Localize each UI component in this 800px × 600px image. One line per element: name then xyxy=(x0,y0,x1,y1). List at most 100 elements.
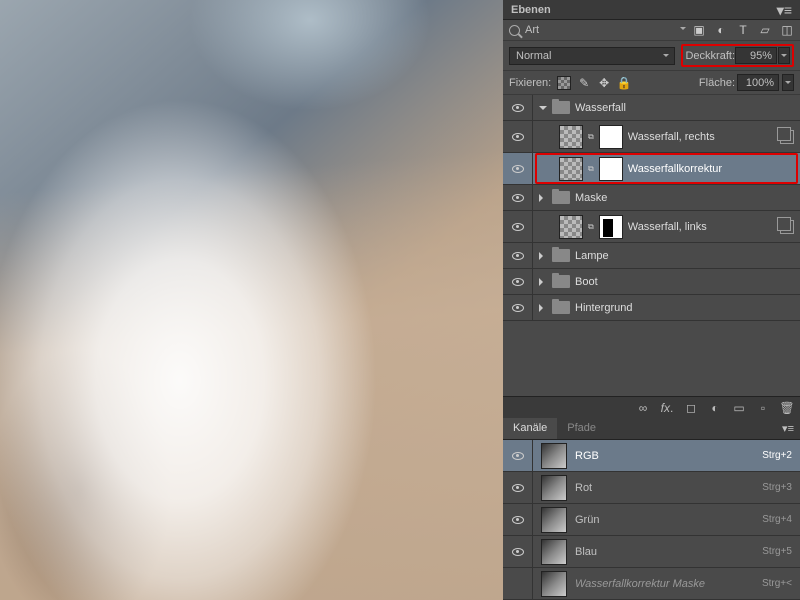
channel-row[interactable]: RotStrg+3 xyxy=(503,472,800,504)
filter-shape-icon[interactable]: ▱ xyxy=(758,23,772,37)
layer-name[interactable]: Lampe xyxy=(575,250,794,262)
lock-fill-row: Fixieren: ✎ ✥ 🔒 Fläche: 100% xyxy=(503,71,800,95)
layer-row[interactable]: Hintergrund xyxy=(503,295,800,321)
chain-icon[interactable]: ⧉ xyxy=(588,164,594,174)
lock-label: Fixieren: xyxy=(509,77,551,89)
visibility-toggle[interactable] xyxy=(503,472,533,503)
filter-adjust-icon[interactable]: ◐ xyxy=(714,23,728,37)
channel-row[interactable]: GrünStrg+4 xyxy=(503,504,800,536)
channel-shortcut: Strg+3 xyxy=(762,482,800,493)
lock-brush-icon[interactable]: ✎ xyxy=(577,76,591,90)
new-layer-icon[interactable]: ▫ xyxy=(756,401,770,415)
layer-name[interactable]: Wasserfallkorrektur xyxy=(628,163,794,175)
opacity-input[interactable]: 95% xyxy=(735,47,777,64)
layer-name[interactable]: Hintergrund xyxy=(575,302,794,314)
chain-icon[interactable]: ⧉ xyxy=(588,222,594,232)
tab-channels[interactable]: Kanäle xyxy=(503,418,557,439)
layer-filter-kind[interactable]: Art xyxy=(509,24,686,36)
lock-all-icon[interactable]: 🔒 xyxy=(617,76,631,90)
disclosure-triangle[interactable] xyxy=(539,304,547,312)
visibility-toggle[interactable] xyxy=(503,269,533,294)
mask-thumbnail[interactable] xyxy=(599,215,623,239)
eye-icon xyxy=(512,194,524,202)
filter-type-icon[interactable]: T xyxy=(736,23,750,37)
lock-move-icon[interactable]: ✥ xyxy=(597,76,611,90)
eye-icon xyxy=(512,548,524,556)
channel-row[interactable]: RGBStrg+2 xyxy=(503,440,800,472)
channel-shortcut: Strg+4 xyxy=(762,514,800,525)
add-mask-icon[interactable]: ◻ xyxy=(684,401,698,415)
layer-row[interactable]: Maske xyxy=(503,185,800,211)
search-icon xyxy=(509,25,520,36)
layer-row[interactable]: Wasserfall xyxy=(503,95,800,121)
layer-row[interactable]: ⧉ Wasserfall, rechts xyxy=(503,121,800,153)
fill-stepper[interactable] xyxy=(782,74,794,91)
visibility-toggle[interactable] xyxy=(503,568,533,599)
layer-name[interactable]: Wasserfall, links xyxy=(628,221,775,233)
chain-icon[interactable]: ⧉ xyxy=(588,132,594,142)
group-icon[interactable]: ▭ xyxy=(732,401,746,415)
mask-thumbnail[interactable] xyxy=(599,125,623,149)
panel-menu-icon[interactable]: ▾≡ xyxy=(777,5,792,15)
opacity-highlight: Deckkraft: 95% xyxy=(681,44,794,67)
channel-thumbnail xyxy=(541,443,567,469)
channel-row[interactable]: Wasserfallkorrektur MaskeStrg+< xyxy=(503,568,800,600)
eye-icon xyxy=(512,452,524,460)
visibility-toggle[interactable] xyxy=(503,295,533,320)
layer-row[interactable]: ⧉ Wasserfall, links xyxy=(503,211,800,243)
visibility-toggle[interactable] xyxy=(503,95,533,120)
layer-row[interactable]: ⧉ Wasserfallkorrektur xyxy=(503,153,800,185)
visibility-toggle[interactable] xyxy=(503,185,533,210)
channel-thumbnail xyxy=(541,539,567,565)
layer-name[interactable]: Wasserfall, rechts xyxy=(628,131,775,143)
visibility-toggle[interactable] xyxy=(503,153,533,184)
blend-mode-select[interactable]: Normal xyxy=(509,47,675,65)
adjustment-icon[interactable]: ◐ xyxy=(708,401,722,415)
lock-transparent-icon[interactable] xyxy=(557,76,571,90)
tab-paths[interactable]: Pfade xyxy=(557,418,606,439)
layer-thumbnail[interactable] xyxy=(559,125,583,149)
filter-pixel-icon[interactable]: ▣ xyxy=(692,23,706,37)
disclosure-triangle[interactable] xyxy=(539,252,547,260)
panels-sidebar: Ebenen ▾≡ Art ▣ ◐ T ▱ ◫ Normal Deckkraft… xyxy=(503,0,800,600)
disclosure-triangle[interactable] xyxy=(539,194,547,202)
canvas-viewport[interactable] xyxy=(0,0,503,600)
channel-shortcut: Strg+2 xyxy=(762,450,800,461)
folder-icon xyxy=(552,191,570,204)
layer-name[interactable]: Wasserfall xyxy=(575,102,794,114)
layer-name[interactable]: Maske xyxy=(575,192,794,204)
visibility-toggle[interactable] xyxy=(503,536,533,567)
visibility-toggle[interactable] xyxy=(503,504,533,535)
visibility-toggle[interactable] xyxy=(503,243,533,268)
filter-smart-icon[interactable]: ◫ xyxy=(780,23,794,37)
visibility-toggle[interactable] xyxy=(503,121,533,152)
layer-row[interactable]: Boot xyxy=(503,269,800,295)
layer-thumbnail[interactable] xyxy=(559,215,583,239)
opacity-stepper[interactable] xyxy=(778,47,790,64)
folder-icon xyxy=(552,101,570,114)
fx-icon[interactable]: fx. xyxy=(660,401,674,415)
layer-row[interactable]: Lampe xyxy=(503,243,800,269)
channel-row[interactable]: BlauStrg+5 xyxy=(503,536,800,568)
channels-list: RGBStrg+2RotStrg+3GrünStrg+4BlauStrg+5Wa… xyxy=(503,440,800,600)
stack-icon[interactable] xyxy=(780,130,794,144)
stack-icon[interactable] xyxy=(780,220,794,234)
disclosure-triangle[interactable] xyxy=(539,278,547,286)
mask-thumbnail[interactable] xyxy=(599,157,623,181)
fill-input[interactable]: 100% xyxy=(737,74,779,91)
layer-name[interactable]: Boot xyxy=(575,276,794,288)
channels-menu-icon[interactable]: ▾≡ xyxy=(776,418,800,439)
folder-icon xyxy=(552,249,570,262)
channel-thumbnail xyxy=(541,507,567,533)
visibility-toggle[interactable] xyxy=(503,211,533,242)
layer-thumbnail[interactable] xyxy=(559,157,583,181)
disclosure-triangle[interactable] xyxy=(539,106,547,114)
visibility-toggle[interactable] xyxy=(503,440,533,471)
trash-icon[interactable]: 🗑 xyxy=(780,401,794,415)
link-layers-icon[interactable]: ∞ xyxy=(636,401,650,415)
eye-icon xyxy=(512,516,524,524)
channel-name: Grün xyxy=(575,514,762,526)
panel-title: Ebenen xyxy=(511,4,551,16)
layers-footer: ∞ fx. ◻ ◐ ▭ ▫ 🗑 xyxy=(503,396,800,418)
eye-icon xyxy=(512,133,524,141)
